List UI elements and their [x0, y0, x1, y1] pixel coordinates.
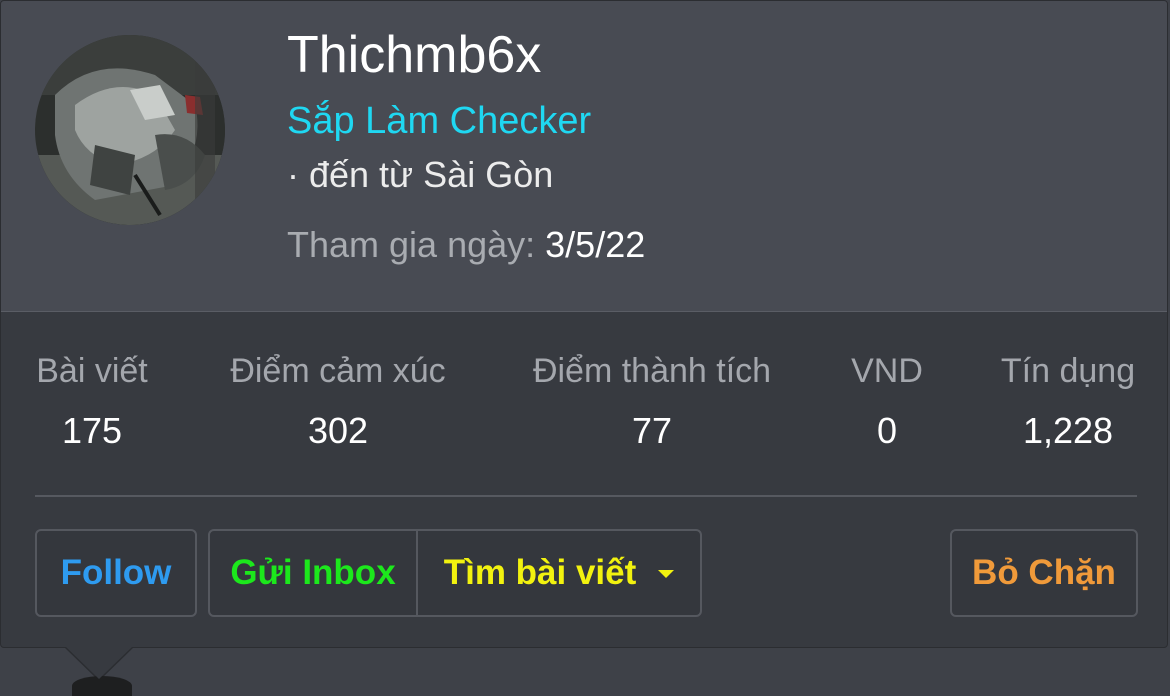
stat-label: VND	[851, 352, 923, 390]
popover-pointer	[66, 647, 132, 679]
user-title: Sắp Làm Checker	[287, 100, 592, 142]
stat-reactions: Điểm cảm xúc 302	[213, 341, 463, 461]
stat-label: Điểm thành tích	[532, 352, 772, 390]
send-inbox-button[interactable]: Gửi Inbox	[210, 531, 418, 615]
join-date-label: Tham gia ngày:	[287, 224, 536, 265]
stat-value: 302	[307, 410, 369, 451]
find-posts-label: Tìm bài viết	[443, 553, 637, 592]
stat-label: Điểm cảm xúc	[230, 352, 446, 390]
user-location: · đến từ Sài Gòn	[287, 154, 554, 195]
stat-value: 1,228	[1022, 410, 1114, 451]
username[interactable]: Thichmb6x	[287, 23, 541, 87]
stat-label: Tín dụng	[1000, 352, 1136, 390]
stat-value: 77	[631, 410, 673, 451]
stat-posts: Bài viết 175	[21, 341, 163, 461]
stat-credits: Tín dụng 1,228	[985, 341, 1151, 461]
stat-value: 175	[61, 410, 123, 451]
stat-label: Bài viết	[36, 352, 148, 390]
profile-popover: Thichmb6x Sắp Làm Checker · đến từ Sài G…	[0, 0, 1168, 648]
unblock-button[interactable]: Bỏ Chặn	[950, 529, 1138, 617]
stats-divider	[35, 495, 1137, 497]
follow-button[interactable]: Follow	[35, 529, 197, 617]
motorbike-photo-icon	[35, 35, 225, 225]
message-search-button-group: Gửi Inbox Tìm bài viết	[208, 529, 702, 617]
partial-avatar-below	[72, 676, 132, 696]
join-date-value: 3/5/22	[545, 224, 646, 265]
find-posts-button[interactable]: Tìm bài viết	[418, 531, 700, 615]
join-date-row: Tham gia ngày: 3/5/22	[287, 221, 645, 269]
stat-achievements: Điểm thành tích 77	[515, 341, 789, 461]
stat-value: 0	[876, 410, 898, 451]
profile-header: Thichmb6x Sắp Làm Checker · đến từ Sài G…	[1, 1, 1167, 312]
chevron-down-icon	[658, 570, 675, 578]
stat-vnd: VND 0	[837, 341, 937, 461]
user-avatar[interactable]	[35, 35, 225, 225]
user-stats: Bài viết 175 Điểm cảm xúc 302 Điểm thành…	[1, 341, 1167, 461]
